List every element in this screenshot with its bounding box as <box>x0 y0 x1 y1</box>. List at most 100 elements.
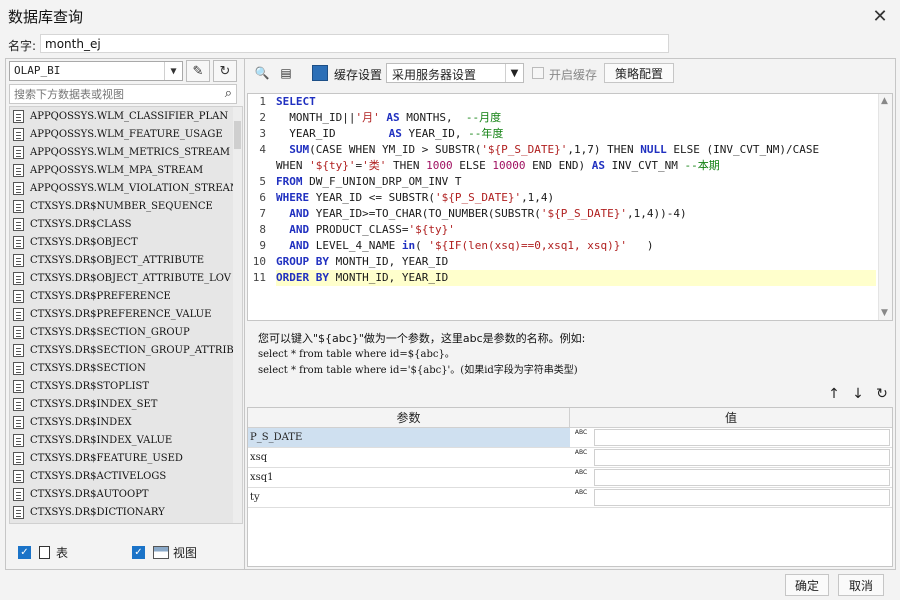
name-input[interactable] <box>40 34 669 53</box>
save-icon[interactable]: ▤ <box>278 65 294 81</box>
parameter-value-input[interactable] <box>594 449 890 466</box>
line-gutter: 1 2 3 4 5 6 7 8 9 10 11 <box>248 94 274 320</box>
scroll-down-icon[interactable]: ▼ <box>881 308 888 318</box>
preview-icon[interactable]: 🔍 <box>254 65 270 81</box>
check-icon[interactable]: ✓ <box>18 545 31 559</box>
table-name: CTXSYS.DR$AUTOOPT <box>30 488 149 500</box>
param-actions: ↑ ↓ ↻ <box>822 385 894 403</box>
parameter-row[interactable]: xsq ABC <box>248 448 892 468</box>
table-icon <box>13 397 24 411</box>
chevron-down-icon[interactable]: ▼ <box>505 64 523 82</box>
parameter-value-input[interactable] <box>594 489 890 506</box>
table-list-item[interactable]: CTXSYS.DR$CLASS <box>10 215 242 233</box>
code-token: FROM <box>276 175 303 188</box>
check-icon[interactable]: ✓ <box>132 545 145 559</box>
move-up-icon[interactable]: ↑ <box>822 385 846 403</box>
code-line: GROUP BY MONTH_ID, YEAR_ID <box>276 254 448 270</box>
table-icon <box>13 181 24 195</box>
parameter-row[interactable]: ty ABC <box>248 488 892 508</box>
table-list-item[interactable]: CTXSYS.DR$SECTION_GROUP_ATTRIBUTE <box>10 341 242 359</box>
scroll-thumb[interactable] <box>234 121 241 149</box>
table-list-item[interactable]: CTXSYS.DR$SECTION_GROUP <box>10 323 242 341</box>
cache-icon <box>312 65 328 81</box>
table-icon <box>13 163 24 177</box>
parameter-value-input[interactable] <box>594 469 890 486</box>
table-list-item[interactable]: CTXSYS.DR$FEATURE_USED <box>10 449 242 467</box>
table-list-item[interactable]: CTXSYS.DR$PREFERENCE <box>10 287 242 305</box>
parameter-name: P_S_DATE <box>248 428 570 447</box>
code-line: SUM(CASE WHEN YM_ID > SUBSTR('${P_S_DATE… <box>276 142 819 158</box>
editor-toolbar: 🔍 ▤ 缓存设置 采用服务器设置 ▼ 开启缓存 策略配置 <box>246 59 895 87</box>
table-list-item[interactable]: CTXSYS.DR$PREFERENCE_VALUE <box>10 305 242 323</box>
window-title: 数据库查询 <box>8 8 84 26</box>
policy-config-button[interactable]: 策略配置 <box>604 63 674 83</box>
code-line: AND YEAR_ID>=TO_CHAR(TO_NUMBER(SUBSTR('$… <box>276 206 686 222</box>
table-icon <box>13 415 24 429</box>
scroll-up-icon[interactable]: ▲ <box>881 96 888 106</box>
table-list-item[interactable]: CTXSYS.DR$SECTION <box>10 359 242 377</box>
close-icon[interactable]: ✕ <box>868 4 892 28</box>
chevron-down-icon[interactable]: ▼ <box>164 62 182 80</box>
table-list-item[interactable]: CTXSYS.DR$OBJECT_ATTRIBUTE <box>10 251 242 269</box>
table-icon <box>13 343 24 357</box>
table-list-item[interactable]: CTXSYS.DR$OBJECT_ATTRIBUTE_LOV <box>10 269 242 287</box>
table-list-item[interactable]: CTXSYS.DR$INDEX_VALUE <box>10 431 242 449</box>
line-number: 3 <box>259 127 266 140</box>
table-list-item[interactable]: CTXSYS.DR$OBJECT <box>10 233 242 251</box>
table-list-item[interactable]: APPQOSSYS.WLM_METRICS_STREAM <box>10 143 242 161</box>
code-token: '${IF(len(xsq)==0,xsq1, xsq)}' <box>428 239 628 252</box>
table-list-item[interactable]: CTXSYS.DR$AUTOOPT <box>10 485 242 503</box>
code-token: AS <box>388 127 402 140</box>
ok-button[interactable]: 确定 <box>785 574 829 596</box>
table-name: CTXSYS.DR$CLASS <box>30 218 132 230</box>
edit-datasource-icon[interactable]: ✎ <box>186 60 210 82</box>
code-token: INV_CVT_NM <box>604 159 685 172</box>
cache-select[interactable]: 采用服务器设置 ▼ <box>386 63 524 83</box>
table-list-item[interactable]: APPQOSSYS.WLM_MPA_STREAM <box>10 161 242 179</box>
code-line: AND LEVEL_4_NAME in( '${IF(len(xsq)==0,x… <box>276 238 653 254</box>
move-down-icon[interactable]: ↓ <box>846 385 870 403</box>
table-list-item[interactable]: CTXSYS.DR$ACTIVELOGS <box>10 467 242 485</box>
code-token: MONTH_ID, YEAR_ID <box>328 271 449 284</box>
code-token: '${P_S_DATE}' <box>434 191 522 204</box>
sql-editor[interactable]: 1 2 3 4 5 6 7 8 9 10 11 ▲ ▼ SELECT MONTH_ID||'月' A… <box>247 93 893 321</box>
code-token: MONTH_ID, YEAR_ID <box>328 255 449 268</box>
text-type-icon[interactable]: ABC <box>570 488 592 507</box>
text-type-icon[interactable]: ABC <box>570 448 592 467</box>
help-line-1: 您可以键入"${abc}"做为一个参数，这里abc是参数的名称。例如: <box>258 332 586 345</box>
param-column-header: 参数 <box>248 408 570 427</box>
text-type-icon[interactable]: ABC <box>570 428 592 447</box>
code-token: LEVEL_4_NAME <box>309 239 402 252</box>
cancel-button[interactable]: 取消 <box>838 574 884 596</box>
refresh-params-icon[interactable]: ↻ <box>870 385 894 403</box>
table-list-item[interactable]: APPQOSSYS.WLM_FEATURE_USAGE <box>10 125 242 143</box>
datasource-select[interactable]: OLAP_BI ▼ <box>9 61 183 81</box>
tree-scrollbar[interactable] <box>233 107 242 523</box>
code-token: DW_F_UNION_DRP_OM_INV T <box>302 175 462 188</box>
show-views-row[interactable]: ✓ 视图 <box>132 543 197 561</box>
parameter-row[interactable]: P_S_DATE ABC <box>248 428 892 448</box>
table-list-item[interactable]: CTXSYS.DR$STOPLIST <box>10 377 242 395</box>
text-type-icon[interactable]: ABC <box>570 468 592 487</box>
table-icon <box>13 433 24 447</box>
refresh-icon[interactable]: ↻ <box>213 60 237 82</box>
search-icon[interactable]: ⌕ <box>225 86 232 101</box>
code-token: AS <box>591 159 605 172</box>
code-token: ( <box>415 239 429 252</box>
table-list-item[interactable]: APPQOSSYS.WLM_VIOLATION_STREAM <box>10 179 242 197</box>
table-list-item[interactable]: CTXSYS.DR$NUMBER_SEQUENCE <box>10 197 242 215</box>
table-list-item[interactable]: APPQOSSYS.WLM_CLASSIFIER_PLAN <box>10 107 242 125</box>
parameter-name: xsq <box>250 452 268 463</box>
cache-option: 采用服务器设置 <box>392 68 477 82</box>
parameter-value-input[interactable] <box>594 429 890 446</box>
show-tables-row[interactable]: ✓ 表 <box>18 543 68 561</box>
enable-cache-checkbox[interactable] <box>532 67 544 79</box>
code-token: AND <box>289 239 310 252</box>
search-input[interactable] <box>10 85 210 103</box>
editor-scrollbar[interactable]: ▲ ▼ <box>878 94 892 320</box>
help-line-2: select * from table where id=${abc}。 <box>258 349 455 360</box>
table-list-item[interactable]: CTXSYS.DR$INDEX <box>10 413 242 431</box>
table-list-item[interactable]: CTXSYS.DR$DICTIONARY <box>10 503 242 521</box>
parameter-row[interactable]: xsq1 ABC <box>248 468 892 488</box>
table-list-item[interactable]: CTXSYS.DR$INDEX_SET <box>10 395 242 413</box>
